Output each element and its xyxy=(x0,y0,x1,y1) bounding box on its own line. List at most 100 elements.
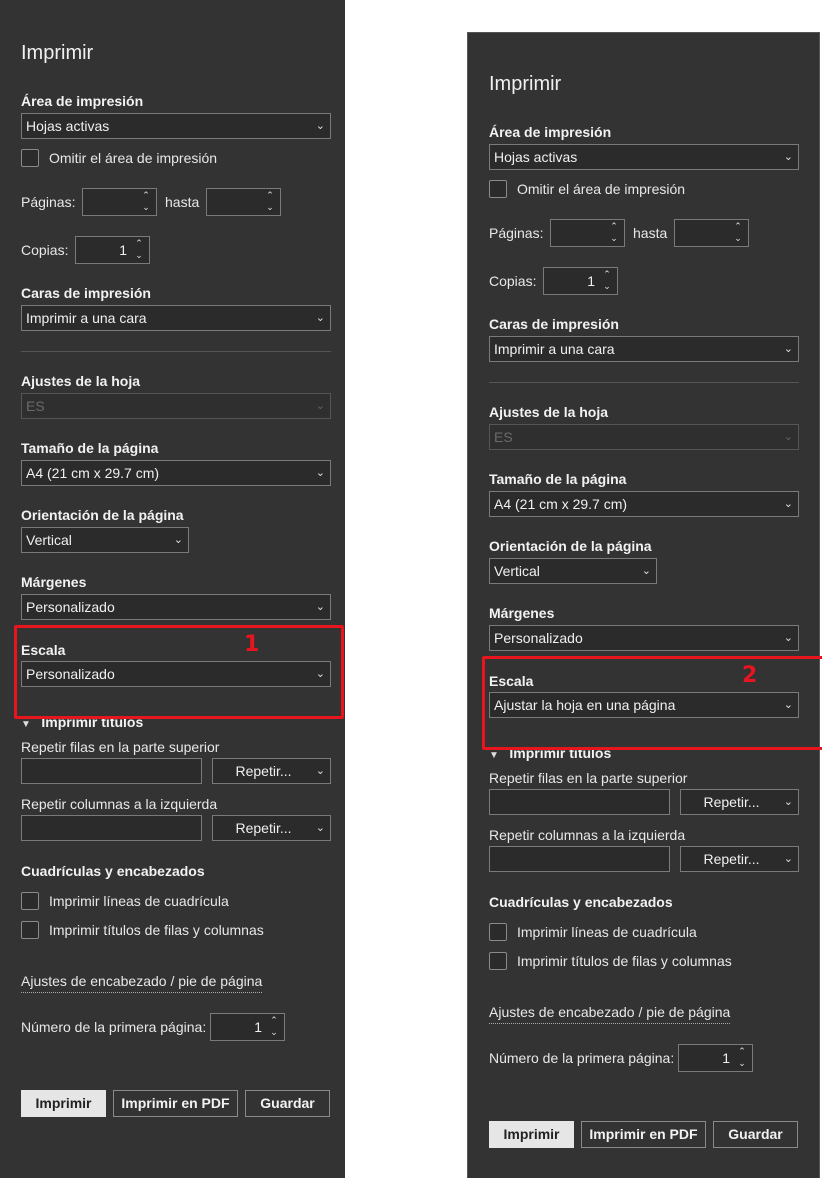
sheet-settings-select: ES ⌄ xyxy=(21,393,331,419)
first-page-label: Número de la primera página: xyxy=(21,1019,207,1035)
ignore-print-area-checkbox[interactable] xyxy=(21,149,39,167)
print-title: Imprimir xyxy=(489,73,562,95)
print-gridlines-checkbox[interactable] xyxy=(21,892,39,910)
print-headings-checkbox[interactable] xyxy=(489,952,507,970)
pages-to-stepper[interactable]: ⌃ ⌄ xyxy=(674,219,749,247)
triangle-down-icon: ▼ xyxy=(21,719,31,730)
chevron-down-icon[interactable]: ⌄ xyxy=(601,281,613,292)
copies-label: Copias: xyxy=(21,242,69,258)
print-area-select[interactable]: Hojas activas ⌄ xyxy=(21,113,331,139)
orientation-value: Vertical xyxy=(26,532,72,548)
chevron-down-icon: ⌄ xyxy=(315,601,325,613)
orientation-value: Vertical xyxy=(494,563,540,579)
chevron-down-icon: ⌄ xyxy=(315,765,325,777)
pages-label: Páginas: xyxy=(489,225,544,241)
divider xyxy=(489,382,799,383)
gridlines-label: Cuadrículas y encabezados xyxy=(489,894,673,910)
ignore-print-area-checkbox[interactable] xyxy=(489,180,507,198)
print-gridlines-checkbox[interactable] xyxy=(489,923,507,941)
chevron-down-icon: ⌄ xyxy=(783,431,793,443)
pages-from-stepper[interactable]: ⌃ ⌄ xyxy=(550,219,625,247)
first-page-stepper[interactable]: 1 ⌃ ⌄ xyxy=(210,1013,285,1041)
chevron-up-icon[interactable]: ⌃ xyxy=(732,221,744,232)
chevron-down-icon[interactable]: ⌄ xyxy=(133,250,145,261)
orientation-label: Orientación de la página xyxy=(489,538,652,554)
orientation-select[interactable]: Vertical ⌄ xyxy=(21,527,189,553)
chevron-down-icon: ⌄ xyxy=(783,632,793,644)
annotation-number: 2 xyxy=(742,663,758,688)
save-button[interactable]: Guardar xyxy=(713,1121,798,1148)
chevron-down-icon[interactable]: ⌄ xyxy=(264,202,276,213)
margins-select[interactable]: Personalizado ⌄ xyxy=(489,625,799,651)
sides-value: Imprimir a una cara xyxy=(494,341,615,357)
sides-select[interactable]: Imprimir a una cara ⌄ xyxy=(489,336,799,362)
ignore-print-area-label: Omitir el área de impresión xyxy=(49,150,218,166)
margins-label: Márgenes xyxy=(489,605,555,621)
copies-stepper[interactable]: 1 ⌃ ⌄ xyxy=(75,236,150,264)
chevron-up-icon[interactable]: ⌃ xyxy=(608,221,620,232)
page-size-select[interactable]: A4 (21 cm x 29.7 cm) ⌄ xyxy=(21,460,331,486)
header-footer-link[interactable]: Ajustes de encabezado / pie de página xyxy=(489,1004,731,1024)
print-pdf-button[interactable]: Imprimir en PDF xyxy=(581,1121,706,1148)
orientation-label: Orientación de la página xyxy=(21,507,184,523)
print-area-label: Área de impresión xyxy=(489,124,612,140)
chevron-up-icon[interactable]: ⌃ xyxy=(601,269,613,280)
repeat-cols-input[interactable] xyxy=(21,815,202,841)
chevron-down-icon[interactable]: ⌄ xyxy=(736,1058,748,1069)
chevron-up-icon[interactable]: ⌃ xyxy=(140,190,152,201)
page-size-label: Tamaño de la página xyxy=(489,471,627,487)
repeat-rows-button-label: Repetir... xyxy=(235,763,292,779)
sheet-settings-label: Ajustes de la hoja xyxy=(21,373,141,389)
sheet-settings-label: Ajustes de la hoja xyxy=(489,404,609,420)
repeat-rows-label: Repetir filas en la parte superior xyxy=(21,739,220,755)
page-size-value: A4 (21 cm x 29.7 cm) xyxy=(26,465,160,481)
chevron-down-icon[interactable]: ⌄ xyxy=(268,1027,280,1038)
copies-stepper[interactable]: 1 ⌃ ⌄ xyxy=(543,267,618,295)
pages-to-stepper[interactable]: ⌃ ⌄ xyxy=(206,188,281,216)
chevron-down-icon[interactable]: ⌄ xyxy=(732,233,744,244)
repeat-cols-button[interactable]: Repetir... ⌄ xyxy=(212,815,331,841)
print-area-value: Hojas activas xyxy=(26,118,110,134)
repeat-rows-button[interactable]: Repetir... ⌄ xyxy=(212,758,331,784)
chevron-down-icon[interactable]: ⌄ xyxy=(140,202,152,213)
print-panel-1: Imprimir Área de impresión Hojas activas… xyxy=(0,0,345,1178)
copies-value: 1 xyxy=(119,242,127,258)
chevron-up-icon[interactable]: ⌃ xyxy=(268,1015,280,1026)
print-headings-checkbox[interactable] xyxy=(21,921,39,939)
repeat-cols-label: Repetir columnas a la izquierda xyxy=(489,827,686,843)
first-page-value: 1 xyxy=(722,1050,730,1066)
first-page-value: 1 xyxy=(254,1019,262,1035)
sides-select[interactable]: Imprimir a una cara ⌄ xyxy=(21,305,331,331)
print-area-value: Hojas activas xyxy=(494,149,578,165)
chevron-up-icon[interactable]: ⌃ xyxy=(133,238,145,249)
print-area-label: Área de impresión xyxy=(21,93,144,109)
first-page-stepper[interactable]: 1 ⌃ ⌄ xyxy=(678,1044,753,1072)
chevron-down-icon: ⌄ xyxy=(315,312,325,324)
repeat-cols-button[interactable]: Repetir... ⌄ xyxy=(680,846,799,872)
chevron-down-icon: ⌄ xyxy=(315,822,325,834)
repeat-rows-input[interactable] xyxy=(21,758,202,784)
repeat-rows-label: Repetir filas en la parte superior xyxy=(489,770,688,786)
chevron-up-icon[interactable]: ⌃ xyxy=(264,190,276,201)
print-pdf-button[interactable]: Imprimir en PDF xyxy=(113,1090,238,1117)
sheet-settings-value: ES xyxy=(494,429,513,445)
chevron-down-icon: ⌄ xyxy=(315,120,325,132)
chevron-up-icon[interactable]: ⌃ xyxy=(736,1046,748,1057)
orientation-select[interactable]: Vertical ⌄ xyxy=(489,558,657,584)
print-button[interactable]: Imprimir xyxy=(489,1121,574,1148)
chevron-down-icon: ⌄ xyxy=(783,853,793,865)
margins-value: Personalizado xyxy=(26,599,115,615)
pages-from-stepper[interactable]: ⌃ ⌄ xyxy=(82,188,157,216)
repeat-rows-button[interactable]: Repetir... ⌄ xyxy=(680,789,799,815)
chevron-down-icon: ⌄ xyxy=(641,565,651,577)
repeat-rows-input[interactable] xyxy=(489,789,670,815)
chevron-down-icon: ⌄ xyxy=(783,498,793,510)
margins-select[interactable]: Personalizado ⌄ xyxy=(21,594,331,620)
page-size-select[interactable]: A4 (21 cm x 29.7 cm) ⌄ xyxy=(489,491,799,517)
print-button[interactable]: Imprimir xyxy=(21,1090,106,1117)
header-footer-link[interactable]: Ajustes de encabezado / pie de página xyxy=(21,973,263,993)
chevron-down-icon[interactable]: ⌄ xyxy=(608,233,620,244)
repeat-cols-input[interactable] xyxy=(489,846,670,872)
print-area-select[interactable]: Hojas activas ⌄ xyxy=(489,144,799,170)
save-button[interactable]: Guardar xyxy=(245,1090,330,1117)
